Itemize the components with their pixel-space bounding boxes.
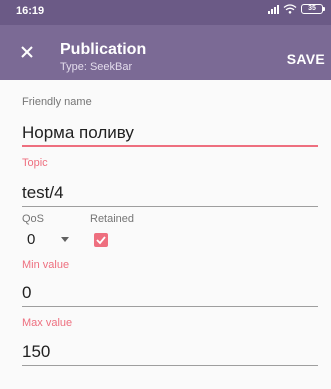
save-button[interactable]: SAVE: [287, 51, 325, 67]
app-bar: Publication Type: SeekBar SAVE: [0, 25, 331, 80]
retained-label: Retained: [90, 213, 135, 225]
close-icon[interactable]: [16, 41, 38, 63]
min-value-underline: [22, 306, 318, 307]
chevron-down-icon[interactable]: [61, 237, 69, 242]
friendly-name-input[interactable]: Норма поливу: [22, 123, 134, 143]
qos-label: QoS: [22, 213, 45, 225]
max-value-label: Max value: [22, 317, 73, 329]
qos-select[interactable]: 0: [27, 231, 35, 248]
page-title: Publication: [60, 41, 147, 58]
page-subtitle: Type: SeekBar: [60, 61, 133, 73]
topic-underline: [22, 206, 318, 207]
max-value-underline: [22, 365, 318, 366]
signal-icon: [268, 4, 279, 14]
min-value-input[interactable]: 0: [22, 283, 31, 303]
friendly-name-label: Friendly name: [22, 96, 92, 108]
min-value-label: Min value: [22, 259, 70, 271]
max-value-input[interactable]: 150: [22, 342, 50, 362]
check-icon: [96, 236, 106, 245]
status-time: 16:19: [16, 5, 45, 17]
status-icons: 35: [268, 4, 325, 14]
status-bar: 16:19 35: [0, 0, 331, 25]
topic-label: Topic: [22, 157, 48, 169]
retained-checkbox[interactable]: [94, 233, 108, 247]
wifi-icon: [283, 4, 297, 14]
battery-icon: 35: [301, 4, 325, 14]
topic-input[interactable]: test/4: [22, 183, 64, 203]
friendly-name-underline: [22, 145, 318, 147]
